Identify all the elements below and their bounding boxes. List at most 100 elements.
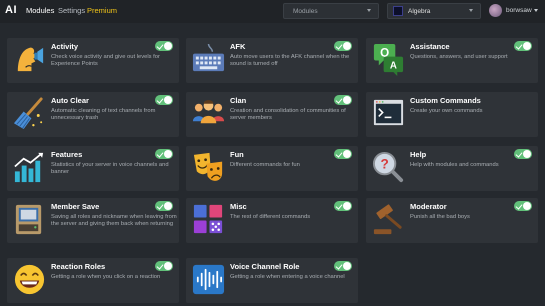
- check-icon: [156, 202, 164, 210]
- help-magnifier-icon: ?: [372, 151, 404, 183]
- module-title: Custom Commands: [410, 96, 481, 105]
- module-card-reaction-roles[interactable]: Reaction Roles Getting a role when you c…: [7, 258, 179, 303]
- module-description: The rest of different commands: [230, 214, 311, 220]
- module-description: Getting a role when entering a voice cha…: [230, 274, 345, 280]
- broom-icon: [13, 97, 43, 130]
- svg-text:?: ?: [380, 156, 388, 171]
- user-menu[interactable]: borwsaw: [489, 4, 538, 17]
- module-card-auto-clear[interactable]: Auto Clear Automatic cleaning of text ch…: [7, 92, 179, 137]
- check-icon: [335, 150, 343, 158]
- module-toggle[interactable]: [155, 201, 173, 211]
- module-title: Features: [51, 150, 83, 159]
- module-card-voice-channel-role[interactable]: Voice Channel Role Getting a role when e…: [186, 258, 358, 303]
- svg-text:A: A: [390, 60, 397, 71]
- toggle-knob: [164, 202, 172, 210]
- bar-chart-icon: [14, 152, 44, 183]
- toggle-knob: [164, 150, 172, 158]
- check-icon: [156, 150, 164, 158]
- chevron-down-icon: [367, 9, 371, 12]
- module-toggle[interactable]: [334, 149, 352, 159]
- module-description: Check voice activity and give out levels…: [51, 54, 160, 67]
- module-toggle[interactable]: [514, 201, 532, 211]
- module-description: Help with modules and commands: [410, 162, 499, 168]
- module-title: Misc: [230, 202, 247, 211]
- qa-bubbles-icon: Q A: [373, 43, 404, 77]
- module-toggle[interactable]: [334, 41, 352, 51]
- module-description: Create your own commands: [410, 108, 483, 114]
- module-toggle[interactable]: [155, 41, 173, 51]
- user-name: borwsaw: [506, 7, 532, 14]
- chevron-down-icon: [469, 9, 473, 12]
- module-card-help[interactable]: ? Help Help with modules and commands: [366, 146, 538, 191]
- module-card-activity[interactable]: Activity Check voice activity and give o…: [7, 38, 179, 83]
- top-bar: AI Modules Settings Premium Modules Alge…: [0, 0, 545, 23]
- terminal-icon: [373, 99, 404, 126]
- server-icon: [393, 6, 403, 16]
- module-card-moderator[interactable]: Moderator Punish all the bad boys: [366, 198, 538, 243]
- check-icon: [156, 42, 164, 50]
- module-description: Auto move users to the AFK channel when …: [230, 54, 350, 67]
- check-icon: [335, 262, 343, 270]
- module-card-misc[interactable]: Misc The rest of different commands: [186, 198, 358, 243]
- module-title: Clan: [230, 96, 247, 105]
- check-icon: [515, 42, 523, 50]
- module-description: Questions, answers, and user support: [410, 54, 508, 60]
- hard-drive-icon: [15, 204, 42, 235]
- module-toggle[interactable]: [334, 201, 352, 211]
- module-select[interactable]: Modules: [283, 3, 379, 19]
- nav-modules[interactable]: Modules: [26, 6, 54, 15]
- module-title: Assistance: [410, 42, 450, 51]
- module-card-fun[interactable]: Fun Different commands for fun: [186, 146, 358, 191]
- module-title: Fun: [230, 150, 244, 159]
- theater-masks-icon: [193, 152, 223, 181]
- module-card-member-save[interactable]: Member Save Saving all roles and nicknam…: [7, 198, 179, 243]
- toggle-knob: [523, 150, 531, 158]
- module-select-label: Modules: [293, 7, 318, 15]
- check-icon: [156, 96, 164, 104]
- toggle-knob: [164, 96, 172, 104]
- module-toggle[interactable]: [514, 149, 532, 159]
- module-title: Member Save: [51, 202, 100, 211]
- check-icon: [335, 42, 343, 50]
- check-icon: [515, 150, 523, 158]
- toggle-knob: [343, 150, 351, 158]
- module-description: Getting a role when you click on a react…: [51, 274, 161, 280]
- module-description: Different commands for fun: [230, 162, 300, 168]
- module-card-assistance[interactable]: Q A Assistance Questions, answers, and u…: [366, 38, 538, 83]
- module-title: Auto Clear: [51, 96, 89, 105]
- misc-blocks-icon: [193, 204, 223, 234]
- module-toggle[interactable]: [334, 261, 352, 271]
- module-toggle[interactable]: [155, 149, 173, 159]
- toggle-knob: [164, 42, 172, 50]
- module-title: Voice Channel Role: [230, 262, 300, 271]
- check-icon: [156, 262, 164, 270]
- app-logo[interactable]: AI: [5, 4, 17, 16]
- check-icon: [515, 202, 523, 210]
- module-toggle[interactable]: [514, 41, 532, 51]
- toggle-knob: [343, 202, 351, 210]
- gavel-icon: [373, 204, 402, 235]
- module-toggle[interactable]: [334, 95, 352, 105]
- megaphone-speaker-icon: [17, 47, 44, 72]
- server-select-label: Algebra: [408, 7, 431, 15]
- toggle-knob: [523, 42, 531, 50]
- nav-settings[interactable]: Settings: [58, 6, 85, 15]
- module-title: Activity: [51, 42, 79, 51]
- toggle-knob: [343, 96, 351, 104]
- module-title: Help: [410, 150, 427, 159]
- module-card-custom-commands[interactable]: Custom Commands Create your own commands: [366, 92, 538, 137]
- chevron-down-icon: [533, 9, 538, 12]
- module-description: Automatic cleaning of text channels from…: [51, 108, 156, 121]
- module-card-afk[interactable]: AFK Auto move users to the AFK channel w…: [186, 38, 358, 83]
- module-card-features[interactable]: Features Statistics of your server in vo…: [7, 146, 179, 191]
- nav-premium[interactable]: Premium: [87, 6, 117, 15]
- grinning-face-icon: [14, 264, 45, 295]
- module-toggle[interactable]: [155, 261, 173, 271]
- sound-wave-icon: [192, 264, 225, 295]
- module-toggle[interactable]: [155, 95, 173, 105]
- module-description: Statistics of your server in voice chann…: [51, 162, 169, 175]
- server-select[interactable]: Algebra: [387, 3, 481, 19]
- module-card-clan[interactable]: Clan Creation and consolidation of commu…: [186, 92, 358, 137]
- module-description: Punish all the bad boys: [410, 214, 470, 220]
- module-title: Reaction Roles: [51, 262, 106, 271]
